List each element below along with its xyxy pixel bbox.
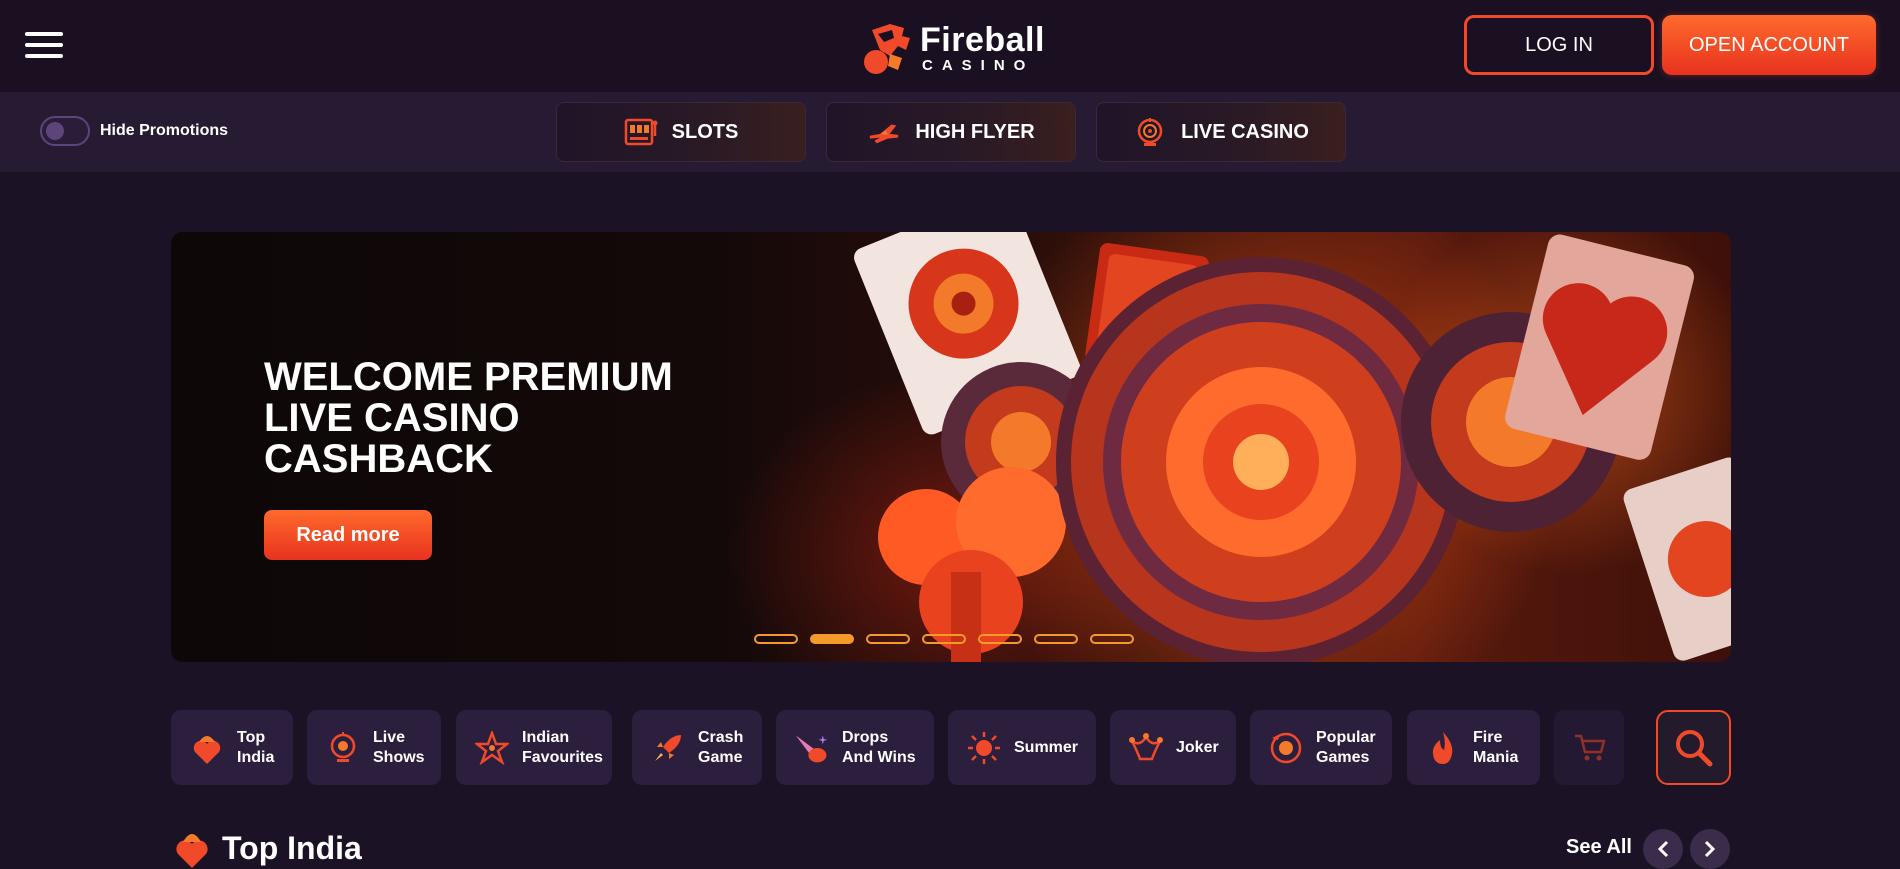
hide-promotions-label: Hide Promotions [100, 122, 229, 139]
tab-live-casino[interactable]: LIVE CASINO [1096, 102, 1346, 162]
logo-wordmark: Fireball [920, 21, 1045, 59]
fireball-logo-icon [864, 24, 910, 74]
chip-icon [1268, 730, 1304, 766]
tab-slots[interactable]: SLOTS [556, 102, 806, 162]
log-in-button[interactable]: LOG IN [1464, 15, 1654, 75]
tab-slots-label: SLOTS [671, 120, 739, 143]
category-label: Fire Mania [1473, 728, 1519, 766]
promo-nav-bar: Hide Promotions SLOTS HIGH FLYER LIVE CA… [0, 92, 1900, 172]
category-label: Indian Favourites [522, 728, 603, 766]
cart-icon [1572, 730, 1608, 766]
carousel-dot[interactable] [754, 634, 798, 644]
top-header: Fireball CASINO LOG IN OPEN ACCOUNT [0, 0, 1900, 92]
section-title: Top India [222, 830, 362, 866]
chevron-right-icon [1704, 840, 1716, 858]
category-summer[interactable]: Summer [948, 710, 1096, 785]
hide-promotions-toggle[interactable] [40, 116, 90, 146]
carousel-dot[interactable] [922, 634, 966, 644]
carousel-dot[interactable] [866, 634, 910, 644]
category-more[interactable] [1554, 710, 1624, 785]
read-more-button[interactable]: Read more [264, 510, 432, 560]
carousel-indicators [754, 634, 1134, 644]
open-account-button[interactable]: OPEN ACCOUNT [1662, 15, 1876, 75]
heart-turban-icon [176, 834, 208, 868]
slot-machine-icon [624, 117, 658, 147]
rocket-icon [650, 730, 686, 766]
search-button[interactable] [1656, 710, 1731, 785]
sun-icon [966, 730, 1002, 766]
roulette-icon [1133, 117, 1167, 147]
carousel-dot[interactable] [1034, 634, 1078, 644]
tab-live-casino-label: LIVE CASINO [1181, 120, 1309, 143]
comet-icon [794, 730, 830, 766]
star-icon [474, 730, 510, 766]
carousel-dot[interactable] [1090, 634, 1134, 644]
carousel-dot-active[interactable] [810, 634, 854, 644]
banner-title: WELCOME PREMIUM LIVE CASINO CASHBACK [264, 355, 673, 481]
promo-banner[interactable]: WELCOME PREMIUM LIVE CASINO CASHBACK Rea… [171, 232, 1731, 662]
heart-turban-icon [189, 730, 225, 766]
category-top-india[interactable]: Top India [171, 710, 293, 785]
category-indian-favourites[interactable]: Indian Favourites [456, 710, 612, 785]
roulette-icon [325, 730, 361, 766]
jester-hat-icon [1128, 730, 1164, 766]
category-label: Top India [237, 728, 275, 766]
logo-subtitle: CASINO [922, 57, 1035, 74]
category-popular-games[interactable]: Popular Games [1250, 710, 1392, 785]
tab-high-flyer[interactable]: HIGH FLYER [826, 102, 1076, 162]
category-drops-and-wins[interactable]: Drops And Wins [776, 710, 934, 785]
tab-high-flyer-label: HIGH FLYER [915, 120, 1035, 143]
category-label: Drops And Wins [842, 728, 916, 766]
category-label: Crash Game [698, 728, 744, 766]
chevron-left-icon [1657, 840, 1669, 858]
category-live-shows[interactable]: Live Shows [307, 710, 441, 785]
category-fire-mania[interactable]: Fire Mania [1407, 710, 1540, 785]
carousel-prev-button[interactable] [1643, 829, 1683, 869]
flame-icon [1425, 730, 1461, 766]
carousel-dot[interactable] [978, 634, 1022, 644]
category-label: Summer [1014, 738, 1079, 756]
category-crash-game[interactable]: Crash Game [632, 710, 762, 785]
hamburger-menu-icon[interactable] [25, 32, 63, 58]
category-label: Joker [1176, 738, 1219, 756]
carousel-next-button[interactable] [1690, 829, 1730, 869]
category-joker[interactable]: Joker [1110, 710, 1236, 785]
toggle-knob [46, 122, 64, 140]
plane-icon [867, 117, 901, 147]
category-label: Live Shows [373, 728, 425, 766]
category-label: Popular Games [1316, 728, 1376, 766]
see-all-link[interactable]: See All [1566, 836, 1632, 859]
search-icon [1675, 729, 1712, 766]
fireball-casino-logo[interactable]: Fireball CASINO [860, 20, 1044, 76]
